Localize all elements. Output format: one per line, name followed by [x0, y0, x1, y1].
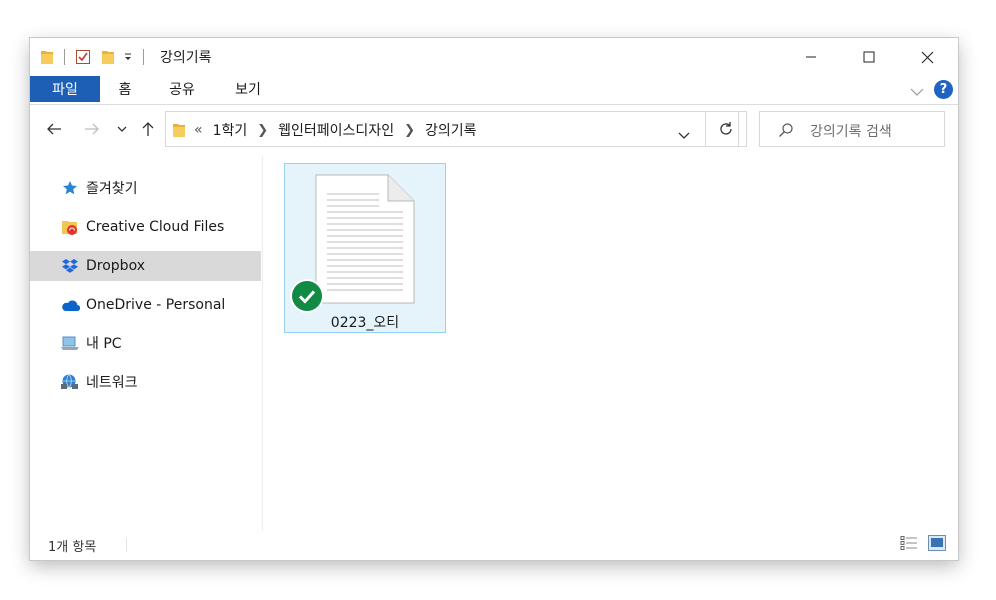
explorer-window: 강의기록 파일 홈 공유 보기 ? « 1학기 ❯ 웹인터페이스디자인 ❯ 강의…	[30, 38, 958, 560]
star-icon	[60, 178, 80, 198]
help-button[interactable]: ?	[934, 80, 953, 99]
sidebar-item-dropbox[interactable]: Dropbox	[30, 251, 261, 281]
sidebar-item-label: 네트워크	[86, 375, 138, 391]
network-icon	[60, 372, 80, 392]
new-folder-icon[interactable]	[101, 49, 115, 65]
window-title: 강의기록	[160, 50, 212, 66]
large-icons-view-icon[interactable]	[928, 535, 946, 555]
properties-icon[interactable]	[75, 49, 91, 65]
dropbox-icon	[60, 256, 80, 276]
sidebar-item-network[interactable]: 네트워크	[30, 367, 261, 397]
breadcrumb-overflow[interactable]: «	[194, 122, 203, 138]
breadcrumb: « 1학기 ❯ 웹인터페이스디자인 ❯ 강의기록	[194, 120, 477, 140]
tab-home[interactable]: 홈	[110, 76, 140, 102]
up-button[interactable]	[138, 118, 158, 140]
folder-icon[interactable]	[40, 49, 54, 65]
tab-file[interactable]: 파일	[30, 76, 100, 102]
breadcrumb-item[interactable]: 강의기록	[425, 120, 477, 140]
sidebar-item-label: Creative Cloud Files	[86, 219, 225, 235]
search-box[interactable]: 강의기록 검색	[759, 111, 945, 147]
search-icon	[778, 122, 794, 142]
address-bar[interactable]: « 1학기 ❯ 웹인터페이스디자인 ❯ 강의기록	[165, 111, 739, 147]
navigation-pane: 즐겨찾기 Creative Cloud Files Dropbox OneDri…	[30, 156, 262, 536]
close-button[interactable]	[898, 38, 956, 76]
tab-view[interactable]: 보기	[228, 76, 268, 102]
sidebar-item-label: 즐겨찾기	[86, 181, 138, 197]
sidebar-item-label: Dropbox	[86, 258, 145, 274]
sidebar-item-quick-access[interactable]: 즐겨찾기	[30, 173, 261, 203]
status-separator	[126, 538, 127, 552]
minimize-button[interactable]	[782, 38, 840, 76]
tab-share[interactable]: 공유	[162, 76, 202, 102]
sidebar-item-creative-cloud[interactable]: Creative Cloud Files	[30, 212, 261, 242]
refresh-icon	[720, 122, 732, 135]
details-view-icon[interactable]	[900, 535, 918, 555]
sidebar-item-this-pc[interactable]: 내 PC	[30, 328, 261, 358]
status-item-count: 1개 항목	[48, 540, 97, 555]
file-item[interactable]: 0223_오티	[284, 163, 446, 333]
ribbon-tabs: 파일 홈 공유 보기 ?	[30, 76, 958, 105]
chevron-right-icon[interactable]: ❯	[257, 123, 268, 138]
expand-ribbon-chevron-icon[interactable]	[910, 82, 924, 101]
onedrive-cloud-icon	[60, 295, 80, 315]
recent-locations-button[interactable]	[114, 118, 130, 140]
maximize-button[interactable]	[840, 38, 898, 76]
breadcrumb-item[interactable]: 1학기	[213, 120, 248, 140]
text-document-icon	[315, 174, 415, 308]
sidebar-item-onedrive[interactable]: OneDrive - Personal	[30, 290, 261, 320]
customize-toolbar-dropdown[interactable]	[123, 52, 133, 62]
folder-icon	[172, 122, 186, 142]
title-bar: 강의기록	[30, 38, 958, 76]
address-dropdown-icon[interactable]	[678, 125, 690, 144]
refresh-button[interactable]	[705, 111, 747, 147]
back-button[interactable]	[44, 118, 64, 140]
chevron-right-icon[interactable]: ❯	[404, 123, 415, 138]
computer-icon	[60, 333, 80, 353]
search-placeholder: 강의기록 검색	[810, 124, 892, 140]
pane-divider[interactable]	[262, 156, 263, 531]
toolbar-separator	[64, 49, 65, 65]
quick-access-toolbar	[40, 48, 144, 66]
sidebar-item-label: OneDrive - Personal	[86, 297, 226, 313]
sidebar-item-label: 내 PC	[86, 336, 122, 352]
file-name: 0223_오티	[330, 315, 400, 331]
breadcrumb-item[interactable]: 웹인터페이스디자인	[278, 120, 394, 140]
creative-cloud-folder-icon	[60, 217, 80, 237]
toolbar-separator	[143, 49, 144, 65]
forward-button[interactable]	[82, 118, 102, 140]
